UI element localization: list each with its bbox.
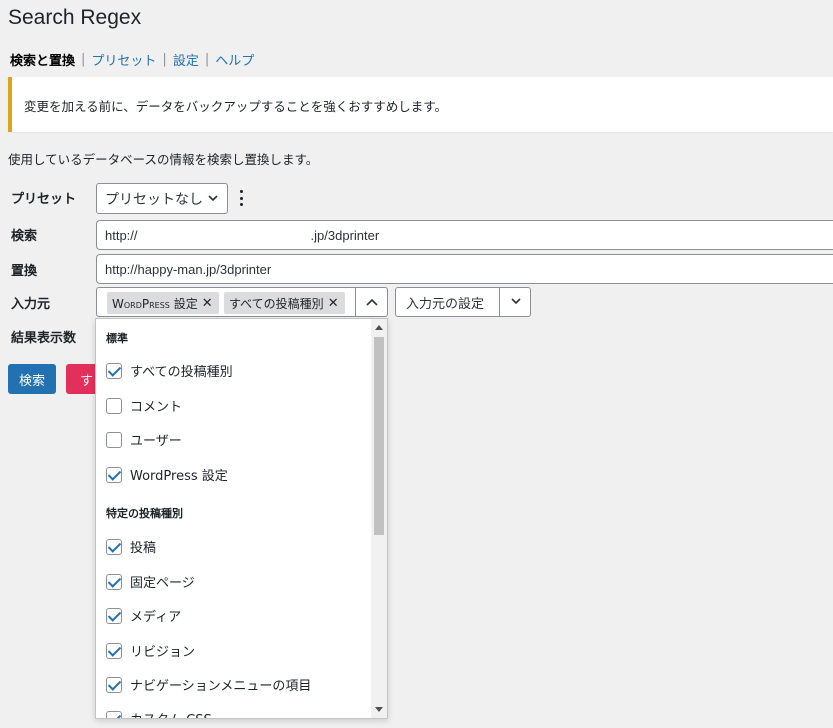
checkbox[interactable] bbox=[106, 362, 122, 379]
preset-select-value: プリセットなし bbox=[105, 191, 203, 208]
option-all-post-types[interactable]: すべての投稿種別 bbox=[106, 361, 233, 380]
chevron-down-icon bbox=[511, 298, 521, 305]
replace-input[interactable]: http://happy-man.jp/3dprinter bbox=[96, 254, 833, 284]
subnav-link-settings[interactable]: 設定 bbox=[173, 50, 199, 69]
intro-text: 使用しているデータベースの情報を検索し置換します。 bbox=[8, 152, 319, 167]
select-divider bbox=[499, 288, 500, 316]
source-token-label: すべての投稿種別 bbox=[229, 296, 324, 311]
scroll-down-arrow-icon[interactable] bbox=[375, 707, 383, 712]
dropdown-scrollbar[interactable] bbox=[371, 319, 387, 718]
subnav-separator: | bbox=[81, 52, 86, 67]
search-button[interactable]: 検索 bbox=[8, 364, 56, 394]
checkbox[interactable] bbox=[106, 607, 122, 624]
chevron-down-icon bbox=[208, 194, 218, 201]
group-title-standard: 標準 bbox=[106, 332, 128, 345]
checkbox[interactable] bbox=[106, 642, 122, 659]
preset-select[interactable]: プリセットなし bbox=[96, 183, 228, 214]
option-posts[interactable]: 投稿 bbox=[106, 537, 156, 556]
option-label: 固定ページ bbox=[130, 576, 195, 591]
option-label: リビジョン bbox=[130, 645, 196, 660]
search-input[interactable]: http:// .jp/3dprinter bbox=[96, 220, 833, 250]
results-label: 結果表示数 bbox=[11, 331, 77, 346]
subnav-separator: | bbox=[162, 52, 167, 67]
option-label: メディア bbox=[130, 610, 182, 625]
backup-notice: 変更を加える前に、データをバックアップすることを強くおすすめします。 bbox=[8, 77, 833, 132]
chevron-up-icon bbox=[366, 298, 378, 306]
preset-more-icon[interactable] bbox=[234, 188, 248, 208]
source-multiselect[interactable]: WordPress 設定 ✕ すべての投稿種別 ✕ bbox=[96, 287, 388, 317]
option-label: カスタム CSS bbox=[130, 709, 212, 718]
search-input-suffix: .jp/3dprinter bbox=[310, 227, 380, 243]
page-title: Search Regex bbox=[8, 6, 142, 29]
checkbox[interactable] bbox=[106, 538, 122, 555]
checkbox[interactable] bbox=[106, 397, 122, 414]
option-label: コメント bbox=[130, 400, 183, 415]
option-media[interactable]: メディア bbox=[106, 606, 181, 625]
option-label: すべての投稿種別 bbox=[130, 365, 233, 380]
source-settings-label: 入力元の設定 bbox=[406, 296, 485, 312]
option-label: ユーザー bbox=[130, 434, 182, 449]
subnav: 検索と置換 | プリセット | 設定 | ヘルプ bbox=[10, 50, 254, 69]
checkbox[interactable] bbox=[106, 573, 122, 590]
source-token-wp-settings[interactable]: WordPress 設定 ✕ bbox=[107, 292, 219, 314]
subnav-link-help[interactable]: ヘルプ bbox=[215, 50, 254, 69]
option-comments[interactable]: コメント bbox=[106, 396, 182, 415]
remove-token-icon[interactable]: ✕ bbox=[328, 296, 339, 311]
option-nav-menu-items[interactable]: ナビゲーションメニューの項目 bbox=[106, 675, 311, 694]
scroll-up-arrow-icon[interactable] bbox=[375, 325, 383, 330]
remove-token-icon[interactable]: ✕ bbox=[202, 296, 213, 311]
option-users[interactable]: ユーザー bbox=[106, 430, 182, 449]
subnav-separator: | bbox=[204, 52, 210, 67]
checkbox[interactable] bbox=[106, 676, 122, 693]
replace-label: 置換 bbox=[11, 264, 38, 279]
group-title-specific-post-types: 特定の投稿種別 bbox=[106, 507, 183, 520]
option-wp-settings[interactable]: WordPress 設定 bbox=[106, 465, 228, 484]
option-revisions[interactable]: リビジョン bbox=[106, 641, 195, 660]
search-label: 検索 bbox=[11, 229, 38, 244]
subnav-link-presets[interactable]: プリセット bbox=[91, 50, 156, 69]
source-label: 入力元 bbox=[11, 297, 51, 312]
checkbox[interactable] bbox=[106, 710, 122, 718]
checkbox[interactable] bbox=[106, 466, 122, 483]
subnav-current[interactable]: 検索と置換 bbox=[10, 50, 75, 69]
source-toggle[interactable] bbox=[355, 288, 387, 316]
option-label: WordPress 設定 bbox=[130, 469, 228, 484]
source-dropdown[interactable]: 標準 すべての投稿種別 コメント ユーザー WordPress 設定 特定の投稿… bbox=[95, 318, 388, 719]
option-custom-css[interactable]: カスタム CSS bbox=[106, 709, 212, 718]
preset-label: プリセット bbox=[11, 192, 77, 207]
replace-input-value: http://happy-man.jp/3dprinter bbox=[105, 261, 272, 277]
option-label: ナビゲーションメニューの項目 bbox=[130, 679, 312, 694]
search-input-prefix: http:// bbox=[105, 227, 138, 243]
scroll-thumb[interactable] bbox=[374, 337, 384, 535]
option-label: 投稿 bbox=[130, 541, 157, 556]
source-token-all-post-types[interactable]: すべての投稿種別 ✕ bbox=[224, 292, 345, 314]
checkbox[interactable] bbox=[106, 431, 122, 448]
source-settings-select[interactable]: 入力元の設定 bbox=[395, 287, 531, 317]
option-pages[interactable]: 固定ページ bbox=[106, 572, 195, 591]
source-token-label: WordPress 設定 bbox=[112, 296, 198, 311]
